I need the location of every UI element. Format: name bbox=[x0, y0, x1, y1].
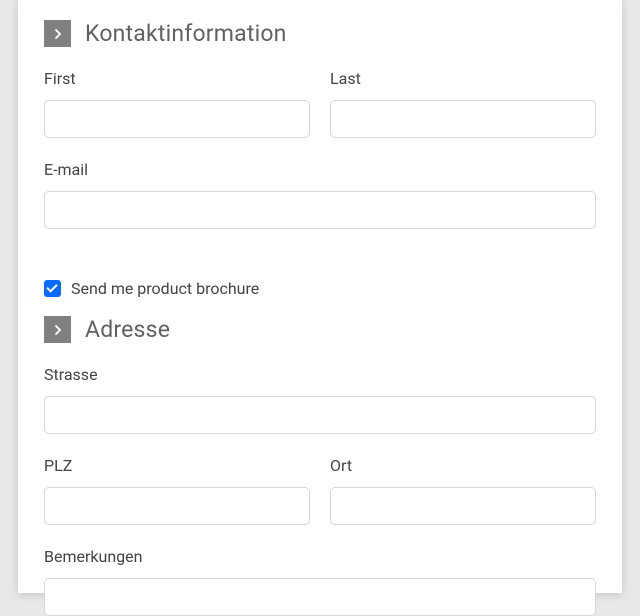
section-header-contact: Kontaktinformation bbox=[44, 20, 596, 47]
chevron-right-icon[interactable] bbox=[44, 20, 71, 47]
brochure-checkbox-label: Send me product brochure bbox=[71, 279, 259, 298]
brochure-checkbox[interactable] bbox=[44, 280, 61, 297]
email-input[interactable] bbox=[44, 191, 596, 229]
city-field: Ort bbox=[330, 456, 596, 525]
section-title-address: Adresse bbox=[85, 316, 170, 343]
zip-city-row: PLZ Ort bbox=[44, 456, 596, 525]
notes-field: Bemerkungen bbox=[44, 547, 596, 616]
street-input[interactable] bbox=[44, 396, 596, 434]
street-field: Strasse bbox=[44, 365, 596, 434]
city-label: Ort bbox=[330, 456, 596, 475]
zip-input[interactable] bbox=[44, 487, 310, 525]
zip-field: PLZ bbox=[44, 456, 310, 525]
first-input[interactable] bbox=[44, 100, 310, 138]
last-input[interactable] bbox=[330, 100, 596, 138]
last-field: Last bbox=[330, 69, 596, 138]
notes-input[interactable] bbox=[44, 578, 596, 616]
street-label: Strasse bbox=[44, 365, 596, 384]
brochure-checkbox-row: Send me product brochure bbox=[44, 279, 596, 298]
city-input[interactable] bbox=[330, 487, 596, 525]
email-label: E-mail bbox=[44, 160, 596, 179]
section-header-address: Adresse bbox=[44, 316, 596, 343]
notes-label: Bemerkungen bbox=[44, 547, 596, 566]
first-label: First bbox=[44, 69, 310, 88]
form-card: Kontaktinformation First Last E-mail Sen… bbox=[18, 0, 622, 593]
zip-label: PLZ bbox=[44, 456, 310, 475]
email-field: E-mail bbox=[44, 160, 596, 229]
first-field: First bbox=[44, 69, 310, 138]
section-title-contact: Kontaktinformation bbox=[85, 20, 287, 47]
name-row: First Last bbox=[44, 69, 596, 138]
chevron-right-icon[interactable] bbox=[44, 316, 71, 343]
last-label: Last bbox=[330, 69, 596, 88]
